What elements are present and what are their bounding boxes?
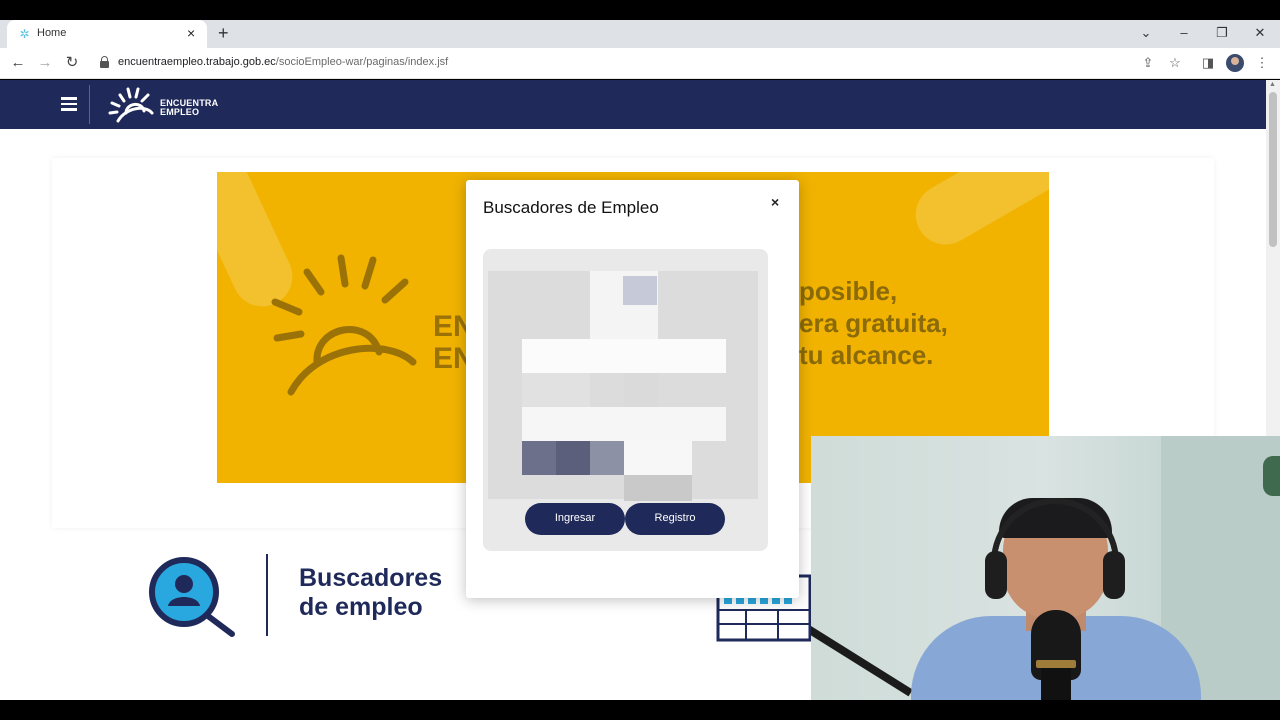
blurred-image-block — [522, 441, 556, 475]
bottom-black-bar — [0, 700, 1280, 720]
header-divider — [89, 85, 90, 124]
tab-strip: ✲ Home × + ⌄ – ❐ ✕ — [0, 20, 1280, 48]
blurred-image-block — [624, 373, 658, 407]
url-text[interactable]: encuentraempleo.trabajo.gob.ec/socioEmpl… — [118, 56, 448, 68]
browser-toolbar: ← → ↻ encuentraempleo.trabajo.gob.ec/soc… — [0, 48, 1280, 79]
share-icon[interactable]: ⇪ — [1139, 54, 1157, 72]
blurred-image-block — [522, 373, 590, 407]
modal-body-image: Ingresar Registro — [483, 249, 768, 551]
address-bar[interactable]: encuentraempleo.trabajo.gob.ec/socioEmpl… — [92, 51, 1162, 76]
sun-logo-icon[interactable] — [106, 85, 156, 125]
banner-text-line-1: posible, — [799, 276, 898, 306]
profile-avatar[interactable] — [1226, 54, 1244, 72]
modal-close-icon[interactable]: × — [771, 194, 779, 210]
window-close-icon[interactable]: ✕ — [1250, 23, 1270, 43]
login-button[interactable]: Ingresar — [525, 503, 625, 535]
tab-close-icon[interactable]: × — [187, 25, 195, 41]
tab-home[interactable]: ✲ Home × — [7, 20, 207, 48]
banner-text-line-3: tu alcance. — [799, 340, 934, 370]
microphone-ring — [1036, 660, 1076, 668]
section-title-line-2: de empleo — [299, 593, 423, 621]
blurred-image-block — [522, 339, 726, 373]
url-host: encuentraempleo.trabajo.gob.ec — [118, 56, 276, 68]
banner-sun-icon — [271, 254, 417, 396]
screen: ✲ Home × + ⌄ – ❐ ✕ ← → ↻ encuentraempleo… — [0, 0, 1280, 720]
section-title-line-1: Buscadores — [299, 564, 443, 592]
tab-search-chevron-icon[interactable]: ⌄ — [1136, 23, 1156, 43]
microphone-stand — [1041, 668, 1071, 700]
plant-leaf — [1263, 456, 1280, 496]
bookmark-star-icon[interactable]: ☆ — [1166, 54, 1184, 72]
headphone-right — [1103, 551, 1125, 599]
side-panel-icon[interactable]: ◨ — [1199, 54, 1217, 72]
lock-icon[interactable] — [100, 56, 109, 68]
banner-text-line-2: era gratuita, — [799, 308, 948, 338]
section-divider — [266, 554, 268, 636]
register-button[interactable]: Registro — [625, 503, 725, 535]
job-seeker-magnifier-icon — [149, 557, 235, 637]
blurred-image-block — [556, 441, 590, 475]
new-tab-icon[interactable]: + — [218, 23, 229, 43]
site-header: ENCUENTRA EMPLEO — [0, 80, 1266, 129]
url-path: /socioEmpleo-war/paginas/index.jsf — [275, 56, 449, 68]
scroll-up-arrow-icon[interactable]: ▲ — [1269, 81, 1276, 88]
hamburger-menu-icon[interactable] — [61, 97, 77, 111]
scrollbar-thumb[interactable] — [1269, 92, 1277, 247]
blurred-image-block — [623, 276, 657, 305]
restore-icon[interactable]: ❐ — [1212, 23, 1232, 43]
tab-title: Home — [37, 27, 67, 39]
forward-arrow-icon[interactable]: → — [35, 53, 55, 73]
site-logo-text[interactable]: ENCUENTRA EMPLEO — [160, 99, 218, 117]
back-arrow-icon[interactable]: ← — [8, 53, 28, 73]
reload-icon[interactable]: ↻ — [62, 53, 82, 73]
blurred-image-block — [522, 407, 726, 441]
banner-decor-stroke — [904, 172, 1049, 256]
logo-line-2: EMPLEO — [160, 107, 200, 117]
blurred-image-block — [624, 441, 692, 475]
minimize-icon[interactable]: – — [1174, 23, 1194, 43]
headphone-left — [985, 551, 1007, 599]
webcam-overlay — [811, 436, 1280, 700]
react-favicon-icon: ✲ — [19, 27, 30, 41]
menu-kebab-icon[interactable]: ⋮ — [1253, 54, 1271, 72]
modal-title: Buscadores de Empleo — [483, 198, 659, 217]
blurred-image-block — [590, 441, 624, 475]
section-title: Buscadores de empleo — [299, 564, 442, 622]
blurred-image-block — [624, 475, 692, 501]
job-seekers-modal: Buscadores de Empleo × Ingresar Registro — [466, 180, 799, 598]
